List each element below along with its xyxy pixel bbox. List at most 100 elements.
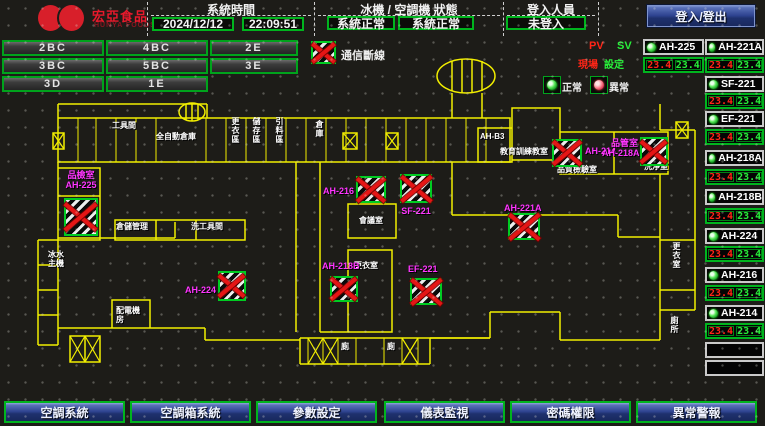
monitor-ah-216[interactable]: AH-216 <box>705 267 764 283</box>
monitor-sf-221[interactable]: SF-221 <box>705 76 764 92</box>
device-tag-ah-225: 品檢室AH-225 <box>54 170 108 190</box>
monitor-values-ef-221: 23.423.4 <box>705 129 764 145</box>
device-tag-ah-224: AH-224 <box>178 285 216 295</box>
room-label: 倉儲管理 <box>116 222 162 231</box>
device-tag-sf-221: SF-221 <box>396 206 436 216</box>
hmi-screen: 宏亞食品 HUNYA FOODS 系統時間 2024/12/12 22:09:5… <box>0 0 765 426</box>
device-commloss-icon-ah-214[interactable] <box>552 139 582 167</box>
pv-value: 23.4 <box>708 96 734 106</box>
monitor-ah-218b[interactable]: AH-218B <box>705 189 764 205</box>
status-led <box>709 115 718 124</box>
device-commloss-icon-ef-221[interactable] <box>410 278 442 305</box>
room-label: 洗工具間 <box>191 222 237 231</box>
sv-desc-label: 設定 <box>604 56 624 71</box>
abnormal-label: 異常 <box>609 79 629 94</box>
pv-desc-label: 現場 <box>578 56 598 71</box>
sv-value: 23.4 <box>736 326 762 336</box>
pv-value: 23.4 <box>708 172 734 182</box>
monitor-empty-slot <box>705 342 764 358</box>
sv-label: SV <box>617 40 632 52</box>
room-label: 更衣區 <box>231 117 240 144</box>
sv-value: 23.4 <box>736 96 762 106</box>
sv-value: 23.4 <box>736 288 762 298</box>
monitor-values-ah-218a: 23.423.4 <box>705 169 764 185</box>
monitor-values-ah-214: 23.423.4 <box>705 323 764 339</box>
pv-value: 23.4 <box>708 288 734 298</box>
monitor-name: AH-214 <box>721 307 757 319</box>
monitor-ah-221a[interactable]: AH-221A <box>705 39 764 55</box>
room-label: 工具間 <box>112 121 136 130</box>
room-label: 更衣室 <box>672 242 681 269</box>
device-tag-ah-216: AH-216 <box>320 186 354 196</box>
room-label: 全自動倉庫 <box>156 132 218 141</box>
device-commloss-icon-ah-225[interactable] <box>64 198 98 236</box>
sv-value: 23.4 <box>736 211 762 221</box>
room-label: 會議室 <box>359 216 395 225</box>
monitor-values-ah-224: 23.423.4 <box>705 246 764 262</box>
status-led <box>709 154 715 163</box>
monitor-values-sf-221: 23.423.4 <box>705 93 764 109</box>
monitor-name: AH-225 <box>659 41 695 53</box>
room-label: 廁 <box>387 342 401 351</box>
status-led <box>709 193 715 202</box>
status-led <box>709 232 718 241</box>
room-label: 儲存區 <box>252 117 261 144</box>
device-tag-ah-218a: 品管室AH-218A <box>602 138 638 158</box>
pv-label: PV <box>589 40 604 52</box>
monitor-name: AH-221A <box>718 41 762 53</box>
sv-value: 23.4 <box>736 60 762 70</box>
monitor-name: EF-221 <box>721 113 755 125</box>
monitor-values-ah-225: 23.423.4 <box>643 57 704 73</box>
pv-value: 23.4 <box>708 132 734 142</box>
monitor-ah-214[interactable]: AH-214 <box>705 305 764 321</box>
pv-value: 23.4 <box>708 249 734 259</box>
device-commloss-icon-ah-218b[interactable] <box>330 276 358 302</box>
monitor-values-ah-221a: 23.423.4 <box>705 57 764 73</box>
abnormal-led <box>594 80 604 90</box>
room-label: 配電機房 <box>116 306 142 324</box>
room-label: 倉庫 <box>315 120 324 138</box>
status-led <box>709 271 718 280</box>
abnormal-led-box <box>590 76 608 94</box>
device-commloss-icon-ah-224[interactable] <box>218 271 246 301</box>
room-label: 引料區 <box>275 117 284 144</box>
normal-label: 正常 <box>562 79 582 94</box>
room-label: 廁所 <box>670 316 679 334</box>
sv-value: 23.4 <box>675 60 702 70</box>
sv-value: 23.4 <box>736 249 762 259</box>
device-commloss-icon-sf-221[interactable] <box>400 174 432 203</box>
monitor-empty-slot <box>705 360 764 376</box>
device-commloss-icon-ah-218a[interactable] <box>640 137 668 166</box>
sv-value: 23.4 <box>736 172 762 182</box>
device-tag-ah-221a: AH-221A <box>504 203 550 213</box>
device-tag-ef-221: EF-221 <box>408 264 448 274</box>
room-label: AH-B3 <box>480 132 512 141</box>
pv-value: 23.4 <box>708 60 734 70</box>
room-label: 冰水主機 <box>48 250 70 268</box>
monitor-values-ah-218b: 23.423.4 <box>705 208 764 224</box>
status-led <box>709 80 718 89</box>
pv-value: 23.4 <box>708 211 734 221</box>
monitor-ef-221[interactable]: EF-221 <box>705 111 764 127</box>
monitor-ah-218a[interactable]: AH-218A <box>705 150 764 166</box>
monitor-values-ah-216: 23.423.4 <box>705 285 764 301</box>
room-label: 廁 <box>341 342 355 351</box>
normal-led <box>547 80 557 90</box>
status-led <box>709 309 718 318</box>
comm-loss-label: 通信斷線 <box>341 47 385 63</box>
status-led <box>647 43 656 52</box>
monitor-name: AH-224 <box>721 230 757 242</box>
sv-value: 23.4 <box>736 132 762 142</box>
monitor-name: AH-216 <box>721 269 757 281</box>
status-led <box>709 43 715 52</box>
monitor-ah-224[interactable]: AH-224 <box>705 228 764 244</box>
monitor-name: SF-221 <box>721 78 755 90</box>
device-tag-ah-218b: AH-218B <box>322 261 366 271</box>
pv-value: 23.4 <box>708 326 734 336</box>
pv-value: 23.4 <box>646 60 673 70</box>
device-commloss-icon-ah-221a[interactable] <box>508 213 540 240</box>
device-commloss-icon-ah-216[interactable] <box>356 176 386 203</box>
monitor-name: AH-218B <box>718 191 762 203</box>
monitor-ah-225[interactable]: AH-225 <box>643 39 704 55</box>
comm-loss-icon <box>311 41 336 64</box>
